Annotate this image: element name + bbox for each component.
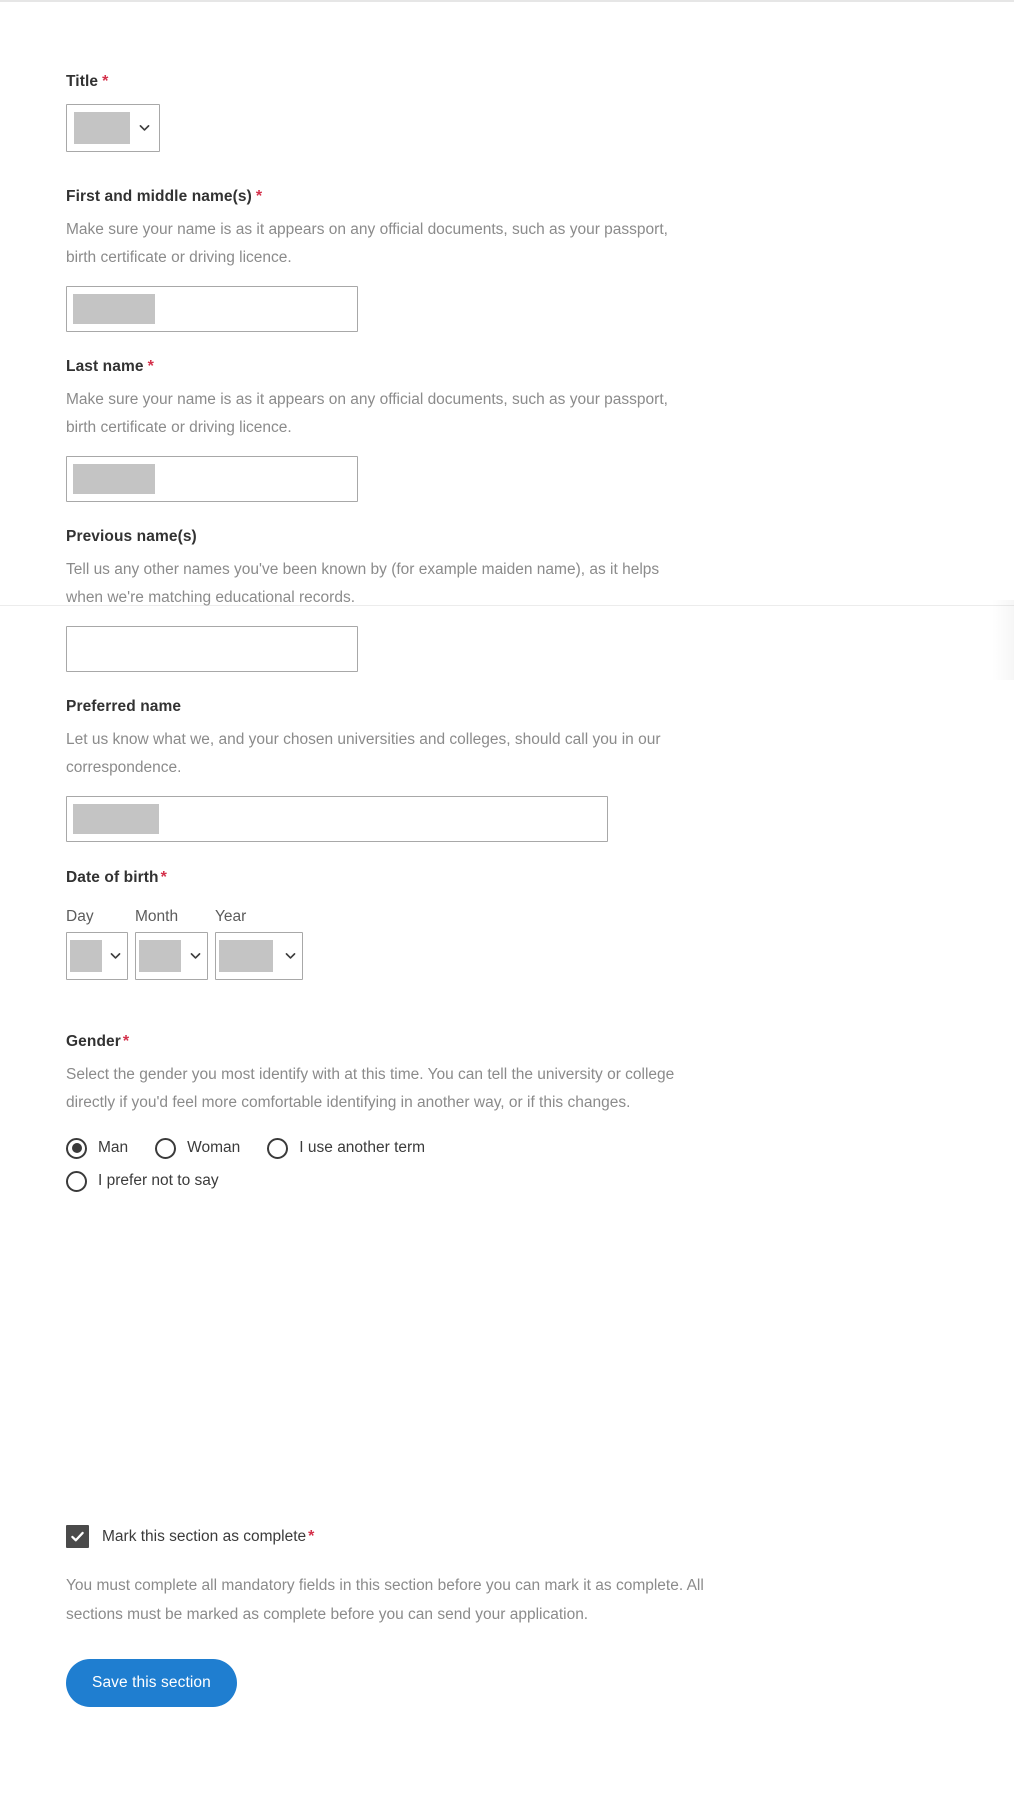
required-asterisk: * — [102, 73, 109, 90]
preferred-name-masked-value — [73, 803, 159, 834]
last-name-hint: Make sure your name is as it appears on … — [66, 390, 668, 437]
chevron-down-icon — [138, 121, 151, 134]
month-label: Month — [135, 907, 179, 925]
preferred-name-hint: Let us know what we, and your chosen uni… — [66, 730, 661, 777]
gender-option-prefer-not-to-say[interactable]: I prefer not to say — [66, 1170, 219, 1192]
field-mark-complete: Mark this section as complete * You must … — [66, 1525, 706, 1708]
required-asterisk: * — [147, 358, 154, 375]
mark-complete-label: Mark this section as complete * — [102, 1527, 315, 1545]
previous-names-hint: Tell us any other names you've been know… — [66, 560, 660, 607]
day-masked-value — [70, 939, 102, 972]
chevron-down-icon — [109, 949, 122, 962]
mark-complete-hint: You must complete all mandatory fields i… — [66, 1577, 704, 1623]
field-first-middle-names: First and middle name(s) * Make sure your… — [66, 187, 686, 332]
title-select[interactable] — [66, 103, 160, 152]
radio-icon — [66, 1170, 87, 1192]
first-name-label: First and middle name(s) * — [66, 188, 263, 205]
field-previous-names: Previous name(s) Tell us any other names… — [66, 528, 686, 672]
gender-option-label: I use another term — [299, 1139, 426, 1157]
year-select[interactable] — [215, 931, 303, 980]
gender-options-row-2: I prefer not to say — [66, 1170, 686, 1192]
radio-icon — [155, 1137, 177, 1159]
field-date-of-birth: Date of birth * Day Month Year — [66, 868, 303, 980]
year-masked-value — [219, 939, 273, 972]
field-preferred-name: Preferred name Let us know what we, and … — [66, 698, 686, 842]
mark-complete-row[interactable]: Mark this section as complete * — [66, 1525, 706, 1548]
required-asterisk: * — [308, 1527, 315, 1545]
gender-option-woman[interactable]: Woman — [155, 1137, 241, 1159]
gender-option-label: Man — [98, 1139, 129, 1157]
preferred-name-input[interactable] — [66, 795, 608, 842]
date-of-birth-sublabels: Day Month Year — [66, 908, 303, 926]
gender-option-label: Woman — [187, 1139, 241, 1157]
chevron-down-icon — [189, 949, 202, 962]
required-asterisk: * — [160, 869, 167, 886]
radio-icon — [66, 1137, 87, 1159]
gender-label: Gender * — [66, 1033, 130, 1050]
first-name-hint: Make sure your name is as it appears on … — [66, 220, 668, 267]
date-of-birth-selects — [66, 931, 303, 980]
last-name-masked-value — [73, 463, 155, 494]
day-select[interactable] — [66, 931, 128, 980]
field-gender: Gender * Select the gender you most ident… — [66, 1032, 686, 1192]
day-label: Day — [66, 907, 94, 925]
gender-option-label: I prefer not to say — [98, 1172, 219, 1190]
gender-option-another-term[interactable]: I use another term — [267, 1137, 426, 1159]
previous-names-label: Previous name(s) — [66, 528, 197, 545]
radio-icon — [267, 1137, 289, 1159]
title-label: Title * — [66, 73, 109, 90]
gender-option-man[interactable]: Man — [66, 1137, 129, 1159]
date-of-birth-label: Date of birth * — [66, 869, 167, 886]
chevron-down-icon — [284, 949, 297, 962]
first-name-masked-value — [73, 293, 155, 324]
last-name-input[interactable] — [66, 455, 358, 502]
save-this-section-button[interactable]: Save this section — [66, 1659, 237, 1708]
field-last-name: Last name * Make sure your name is as it … — [66, 357, 686, 502]
year-label: Year — [215, 907, 247, 925]
previous-names-input[interactable] — [66, 625, 358, 672]
required-asterisk: * — [255, 188, 263, 205]
gender-options-row-1: Man Woman I use another term — [66, 1137, 686, 1159]
month-masked-value — [139, 939, 181, 972]
field-title: Title * — [66, 72, 160, 152]
month-select[interactable] — [135, 931, 208, 980]
first-name-input[interactable] — [66, 285, 358, 332]
required-asterisk: * — [122, 1033, 130, 1050]
checkbox-checked-icon[interactable] — [66, 1525, 89, 1548]
gender-hint: Select the gender you most identify with… — [66, 1065, 675, 1112]
title-masked-value — [74, 111, 130, 144]
preferred-name-label: Preferred name — [66, 698, 182, 715]
last-name-label: Last name * — [66, 358, 154, 375]
